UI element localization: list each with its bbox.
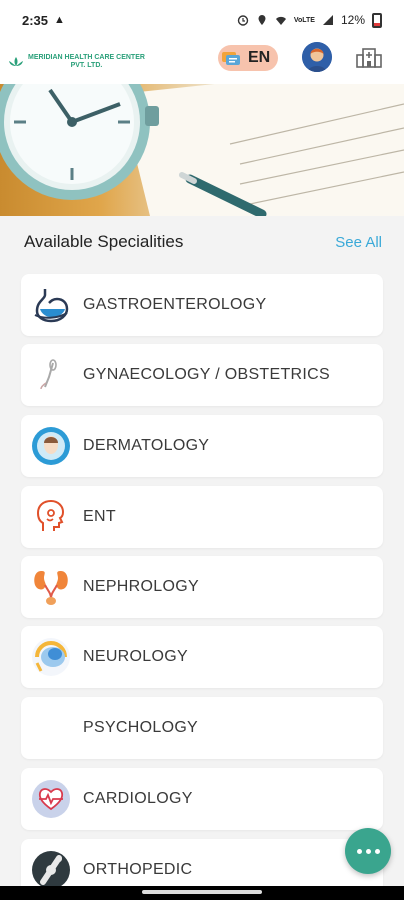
face-skin-icon — [31, 426, 71, 466]
speciality-label: GYNAECOLOGY / OBSTETRICS — [83, 366, 330, 383]
location-icon — [258, 15, 266, 25]
specialities-header: Available Specialities See All — [0, 216, 404, 268]
speciality-gastroenterology[interactable]: GASTROENTEROLOGY — [21, 274, 383, 336]
language-label: EN — [248, 49, 271, 66]
logo-line-2: PVT. LTD. — [70, 62, 103, 69]
speciality-neurology[interactable]: NEUROLOGY — [21, 626, 383, 688]
language-flag-icon — [222, 52, 240, 65]
app-logo: MERIDIAN HEALTH CARE CENTER PVT. LTD. — [8, 54, 183, 70]
status-time: 2:35 — [22, 12, 49, 28]
speciality-label: GASTROENTEROLOGY — [83, 296, 267, 313]
avatar-graphic — [302, 42, 332, 72]
home-gesture-handle[interactable] — [142, 890, 262, 894]
logo-line-1: MERIDIAN HEALTH CARE CENTER — [28, 54, 145, 61]
brain-icon — [31, 637, 71, 677]
app-header: MERIDIAN HEALTH CARE CENTER PVT. LTD. EN — [0, 40, 404, 84]
speciality-label: ORTHOPEDIC — [83, 861, 193, 878]
notification-icon: ▲ — [54, 14, 65, 26]
speciality-dermatology[interactable]: DERMATOLOGY — [21, 415, 383, 477]
system-nav-bar — [0, 886, 404, 900]
network-label: VoLTE — [293, 16, 315, 24]
ultrasound-probe-icon — [31, 355, 71, 395]
speciality-label: PSYCHOLOGY — [83, 719, 199, 736]
wifi-icon — [275, 16, 286, 25]
appointment-banner-graphic — [0, 84, 404, 216]
kidneys-icon — [31, 567, 71, 607]
speciality-cardiology[interactable]: CARDIOLOGY — [21, 768, 383, 830]
ear-nose-throat-icon — [31, 497, 71, 537]
status-bar: 2:35 ▲ VoLTE 12% — [0, 0, 404, 40]
promo-banner — [0, 84, 404, 216]
speciality-label: CARDIOLOGY — [83, 790, 193, 807]
more-options-fab[interactable] — [345, 828, 391, 874]
stomach-icon — [31, 285, 71, 325]
battery-percent: 12% — [340, 13, 365, 27]
alarm-icon — [237, 15, 249, 26]
more-dots-icon — [356, 848, 380, 854]
language-selector[interactable]: EN — [218, 45, 278, 71]
psychology-icon-placeholder — [31, 708, 71, 748]
speciality-label: NEPHROLOGY — [83, 578, 199, 595]
signal-icon — [322, 15, 333, 25]
speciality-psychology[interactable]: PSYCHOLOGY — [21, 697, 383, 759]
speciality-ent[interactable]: ENT — [21, 486, 383, 548]
heart-pulse-icon — [31, 779, 71, 819]
section-title: Available Specialities — [24, 232, 184, 251]
logo-lotus-icon — [9, 57, 23, 66]
speciality-gynaecology-obstetrics[interactable]: GYNAECOLOGY / OBSTETRICS — [21, 344, 383, 406]
speciality-label: NEUROLOGY — [83, 648, 188, 665]
user-avatar-icon[interactable] — [302, 42, 332, 72]
hospital-icon[interactable] — [356, 46, 382, 68]
bone-joint-icon — [31, 850, 71, 890]
speciality-label: DERMATOLOGY — [83, 437, 210, 454]
speciality-label: ENT — [83, 508, 116, 525]
status-icons: VoLTE 12% — [237, 12, 382, 28]
logo-text: MERIDIAN HEALTH CARE CENTER PVT. LTD. — [28, 54, 145, 70]
see-all-link[interactable]: See All — [335, 234, 382, 251]
speciality-nephrology[interactable]: NEPHROLOGY — [21, 556, 383, 618]
battery-icon — [372, 12, 382, 28]
